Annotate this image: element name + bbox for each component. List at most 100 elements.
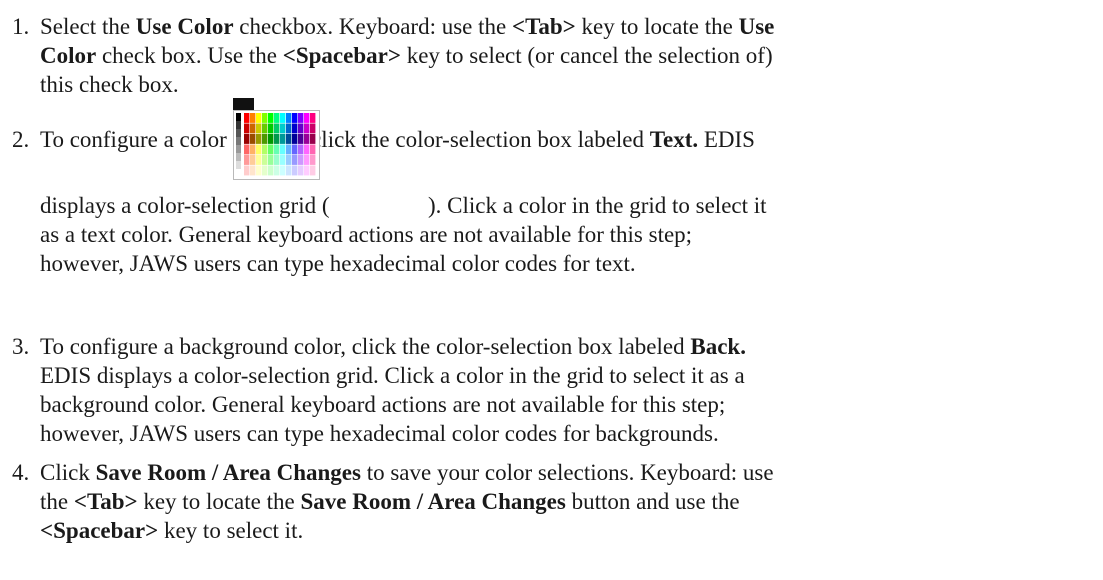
color-cell	[244, 144, 250, 155]
color-cell	[286, 123, 292, 134]
color-cell	[292, 134, 298, 144]
text-line: as a text color. General keyboard action…	[40, 220, 692, 249]
text-run: key to locate the	[137, 489, 301, 514]
gray-swatch	[236, 137, 241, 145]
color-cell	[250, 155, 256, 165]
text-run: this check box.	[40, 72, 179, 97]
color-cell	[256, 113, 262, 123]
color-grid-cells	[236, 113, 316, 177]
bold-term: Save Room / Area Changes	[300, 489, 566, 514]
color-cell	[274, 113, 280, 123]
text-run: EDIS	[698, 127, 755, 152]
text-line: however, JAWS users can type hexadecimal…	[40, 249, 636, 278]
bold-term: Use	[738, 14, 775, 39]
text-line: however, JAWS users can type hexadecimal…	[40, 419, 719, 448]
color-selection-grid-image	[233, 98, 320, 181]
text-run: ). Click a color in the grid to select i…	[422, 193, 767, 218]
color-cell	[280, 134, 286, 144]
text-run: displays a color-selection grid (	[40, 193, 336, 218]
color-cell	[256, 144, 262, 155]
gray-swatch	[236, 129, 241, 137]
gray-swatch	[236, 161, 241, 169]
color-cell	[286, 155, 292, 165]
text-run: Click	[40, 460, 96, 485]
text-line: Color check box. Use the <Spacebar> key …	[40, 41, 773, 70]
color-cell	[256, 165, 262, 176]
text-run: button and use the	[565, 489, 740, 514]
selected-color-swatch	[233, 98, 254, 110]
color-cell	[256, 123, 262, 134]
color-cell	[292, 113, 298, 123]
color-cell	[262, 113, 268, 123]
text-run: EDIS displays a color-selection grid. Cl…	[40, 363, 745, 388]
color-cell	[244, 134, 250, 144]
color-cell	[280, 165, 286, 176]
color-cell	[292, 165, 298, 176]
color-cell	[256, 155, 262, 165]
color-cell	[292, 123, 298, 134]
color-cell	[298, 123, 304, 134]
document-page: 1. Select the Use Color checkbox. Keyboar…	[0, 0, 1103, 580]
color-cell	[298, 113, 304, 123]
bold-term: Back.	[690, 334, 746, 359]
text-run: as a text color. General keyboard action…	[40, 222, 693, 247]
color-cell	[310, 155, 316, 165]
color-cell	[286, 144, 292, 155]
color-cell	[274, 165, 280, 176]
color-cell	[268, 134, 274, 144]
text-line: <Spacebar> key to select it.	[40, 516, 303, 545]
text-run: Select the	[40, 14, 136, 39]
color-cell	[304, 155, 310, 165]
color-cell	[286, 134, 292, 144]
color-cell	[310, 165, 316, 176]
text-line: the <Tab> key to locate the Save Room / …	[40, 487, 740, 516]
bold-term: <Spacebar>	[282, 43, 401, 68]
color-cell	[298, 144, 304, 155]
color-cell	[262, 123, 268, 134]
color-cell	[262, 134, 268, 144]
color-cell	[310, 134, 316, 144]
color-cell	[250, 134, 256, 144]
color-cell	[268, 123, 274, 134]
text-line: To configure a background color, click t…	[40, 332, 746, 361]
color-cell	[268, 155, 274, 165]
color-cell	[280, 155, 286, 165]
text-run: key to select it.	[158, 518, 304, 543]
text-line: Click Save Room / Area Changes to save y…	[40, 458, 774, 487]
color-cell	[298, 155, 304, 165]
text-line: background color. General keyboard actio…	[40, 390, 725, 419]
text-run: to save your color selections. Keyboard:…	[360, 460, 774, 485]
bold-term: Text.	[649, 127, 699, 152]
color-cell	[292, 144, 298, 155]
color-cell	[304, 165, 310, 176]
color-cell	[280, 144, 286, 155]
color-cell	[304, 144, 310, 155]
bold-term: Save Room / Area Changes	[95, 460, 361, 485]
text-run: background color. General keyboard actio…	[40, 392, 726, 417]
text-line: EDIS displays a color-selection grid. Cl…	[40, 361, 745, 390]
text-run: however, JAWS users can type hexadecimal…	[40, 251, 636, 276]
gray-swatch	[236, 121, 241, 129]
step-number: 3.	[12, 334, 30, 359]
bold-term: <Tab>	[73, 489, 138, 514]
step-number: 4.	[12, 460, 30, 485]
text-run: however, JAWS users can type hexadecimal…	[40, 421, 719, 446]
color-cell	[244, 113, 250, 123]
color-cell	[310, 113, 316, 123]
text-run: key to locate the	[575, 14, 739, 39]
color-cell	[244, 155, 250, 165]
bold-term: Use Color	[135, 14, 234, 39]
color-cell	[268, 144, 274, 155]
color-cell	[286, 165, 292, 176]
text-run: the	[40, 489, 74, 514]
step-number: 1.	[12, 14, 30, 39]
color-cell	[304, 113, 310, 123]
color-cell	[304, 123, 310, 134]
gray-swatch	[236, 113, 241, 121]
text-line: To configure a color for text, click the…	[40, 125, 755, 154]
color-cell	[304, 134, 310, 144]
text-run: To configure a background color, click t…	[40, 334, 691, 359]
color-cell	[292, 155, 298, 165]
color-cell	[250, 113, 256, 123]
color-cell	[298, 165, 304, 176]
